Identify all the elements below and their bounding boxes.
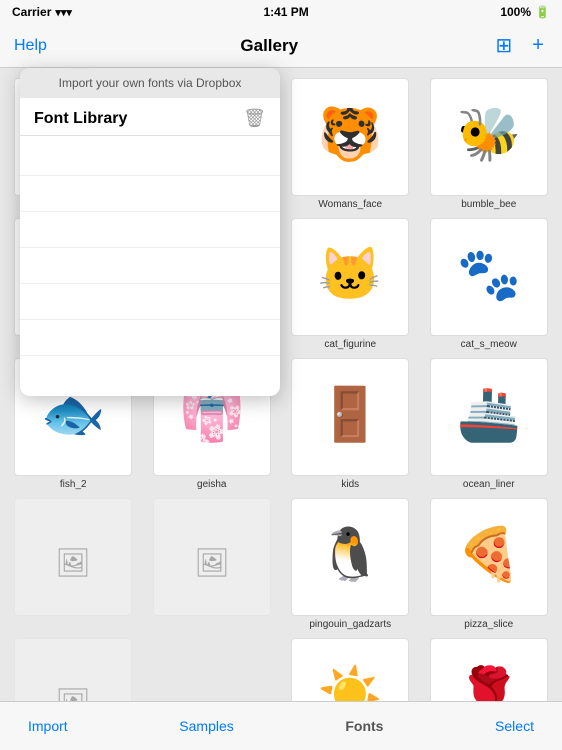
time-label: 1:41 PM: [263, 5, 308, 19]
gallery-thumb-row5-partial: 🖼: [14, 638, 132, 701]
font-list-item-4[interactable]: [20, 248, 280, 284]
gallery-thumb-sole-3: ☀️: [291, 638, 409, 701]
gallery-label-fish-2: fish_2: [60, 479, 87, 490]
svg-text:🍕: 🍕: [456, 524, 521, 584]
popup-title: Font Library: [34, 110, 127, 128]
popup-list: [20, 136, 280, 396]
gallery-item-red-rose[interactable]: 🌹 tomas_arad_red_rose: [424, 638, 555, 701]
tab-select[interactable]: Select: [491, 710, 538, 742]
carrier-label: Carrier: [12, 5, 51, 19]
gallery-thumb-row4-2: 🖼: [153, 498, 271, 616]
status-left: Carrier ▾▾▾: [12, 5, 72, 19]
battery-icon: 🔋: [535, 5, 550, 19]
gallery-item-kids[interactable]: 🚪 kids: [285, 358, 416, 490]
svg-text:🖼: 🖼: [55, 687, 91, 701]
wifi-icon: ▾▾▾: [55, 6, 72, 19]
nav-right-buttons: ⊞ +: [492, 31, 548, 60]
gallery-item-sole-3[interactable]: ☀️ sole_3: [285, 638, 416, 701]
svg-text:🐝: 🐝: [456, 106, 521, 164]
svg-text:🖼: 🖼: [194, 547, 230, 578]
svg-text:🐾: 🐾: [456, 246, 521, 304]
font-library-popup: Import your own fonts via Dropbox Font L…: [20, 68, 280, 396]
add-button[interactable]: +: [528, 32, 548, 59]
gallery-label-cat-figurine: cat_figurine: [324, 339, 376, 350]
gallery-label-cat-s-meow: cat_s_meow: [461, 339, 517, 350]
gallery-thumb-ocean-liner: 🚢: [430, 358, 548, 476]
gallery-label-pingouin: pingouin_gadzarts: [309, 619, 391, 630]
svg-text:🚢: 🚢: [456, 386, 521, 444]
gallery-thumb-bumble-bee: 🐝: [430, 78, 548, 196]
nav-title: Gallery: [240, 36, 298, 56]
gallery-label-bumble-bee: bumble_bee: [461, 199, 516, 210]
gallery-item-cat-figurine[interactable]: 🐱 cat_figurine: [285, 218, 416, 350]
help-button[interactable]: Help: [14, 37, 47, 55]
gallery-item-pingouin[interactable]: 🐧 pingouin_gadzarts: [285, 498, 416, 630]
gallery-item-row5-partial[interactable]: 🖼: [8, 638, 139, 701]
gallery-thumb-pingouin: 🐧: [291, 498, 409, 616]
gallery-item-bumble-bee[interactable]: 🐝 bumble_bee: [424, 78, 555, 210]
gallery-thumb-pizza-slice: 🍕: [430, 498, 548, 616]
svg-text:🌹: 🌹: [456, 663, 521, 701]
gallery-label-pizza-slice: pizza_slice: [464, 619, 513, 630]
svg-text:🐯: 🐯: [318, 103, 383, 164]
gallery-item-row4-1[interactable]: 🖼: [8, 498, 139, 630]
font-list-item-5[interactable]: [20, 284, 280, 320]
gallery-label-ocean-liner: ocean_liner: [463, 479, 515, 490]
font-list-item-3[interactable]: [20, 212, 280, 248]
font-list-item-1[interactable]: [20, 140, 280, 176]
gallery-label-womans-face: Womans_face: [318, 199, 382, 210]
gallery-icon-button[interactable]: ⊞: [492, 31, 517, 60]
gallery-label-kids: kids: [341, 479, 359, 490]
tab-fonts[interactable]: Fonts: [341, 710, 387, 742]
gallery-thumb-row4-1: 🖼: [14, 498, 132, 616]
tab-samples[interactable]: Samples: [175, 710, 237, 742]
popup-import-hint: Import your own fonts via Dropbox: [20, 68, 280, 98]
svg-text:🐧: 🐧: [318, 524, 383, 584]
gallery-thumb-red-rose: 🌹: [430, 638, 548, 701]
popup-trash-button[interactable]: 🗑: [243, 108, 266, 129]
status-bar: Carrier ▾▾▾ 1:41 PM 100% 🔋: [0, 0, 562, 24]
gallery-item-row4-2[interactable]: 🖼: [147, 498, 278, 630]
battery-label: 100%: [500, 5, 531, 19]
font-list-item-7[interactable]: [20, 356, 280, 392]
gallery-thumb-kids: 🚪: [291, 358, 409, 476]
svg-text:🚪: 🚪: [318, 384, 383, 444]
gallery-item-pizza-slice[interactable]: 🍕 pizza_slice: [424, 498, 555, 630]
font-list-item-6[interactable]: [20, 320, 280, 356]
popup-header: Font Library 🗑: [20, 98, 280, 136]
gallery-item-womans-face[interactable]: 🐯 Womans_face: [285, 78, 416, 210]
tab-import[interactable]: Import: [24, 710, 72, 742]
gallery-thumb-womans-face: 🐯: [291, 78, 409, 196]
gallery-label-geisha: geisha: [197, 479, 226, 490]
gallery-thumb-cat-s-meow: 🐾: [430, 218, 548, 336]
gallery-item-ocean-liner[interactable]: 🚢 ocean_liner: [424, 358, 555, 490]
svg-text:🖼: 🖼: [55, 547, 91, 578]
gallery-item-cat-s-meow[interactable]: 🐾 cat_s_meow: [424, 218, 555, 350]
status-right: 100% 🔋: [500, 5, 550, 19]
font-list-item-2[interactable]: [20, 176, 280, 212]
svg-text:🐱: 🐱: [318, 246, 383, 304]
tab-bar: Import Samples Fonts Select: [0, 701, 562, 750]
svg-text:☀️: ☀️: [318, 663, 383, 701]
gallery-thumb-cat-figurine: 🐱: [291, 218, 409, 336]
nav-bar: Help Gallery ⊞ +: [0, 24, 562, 68]
